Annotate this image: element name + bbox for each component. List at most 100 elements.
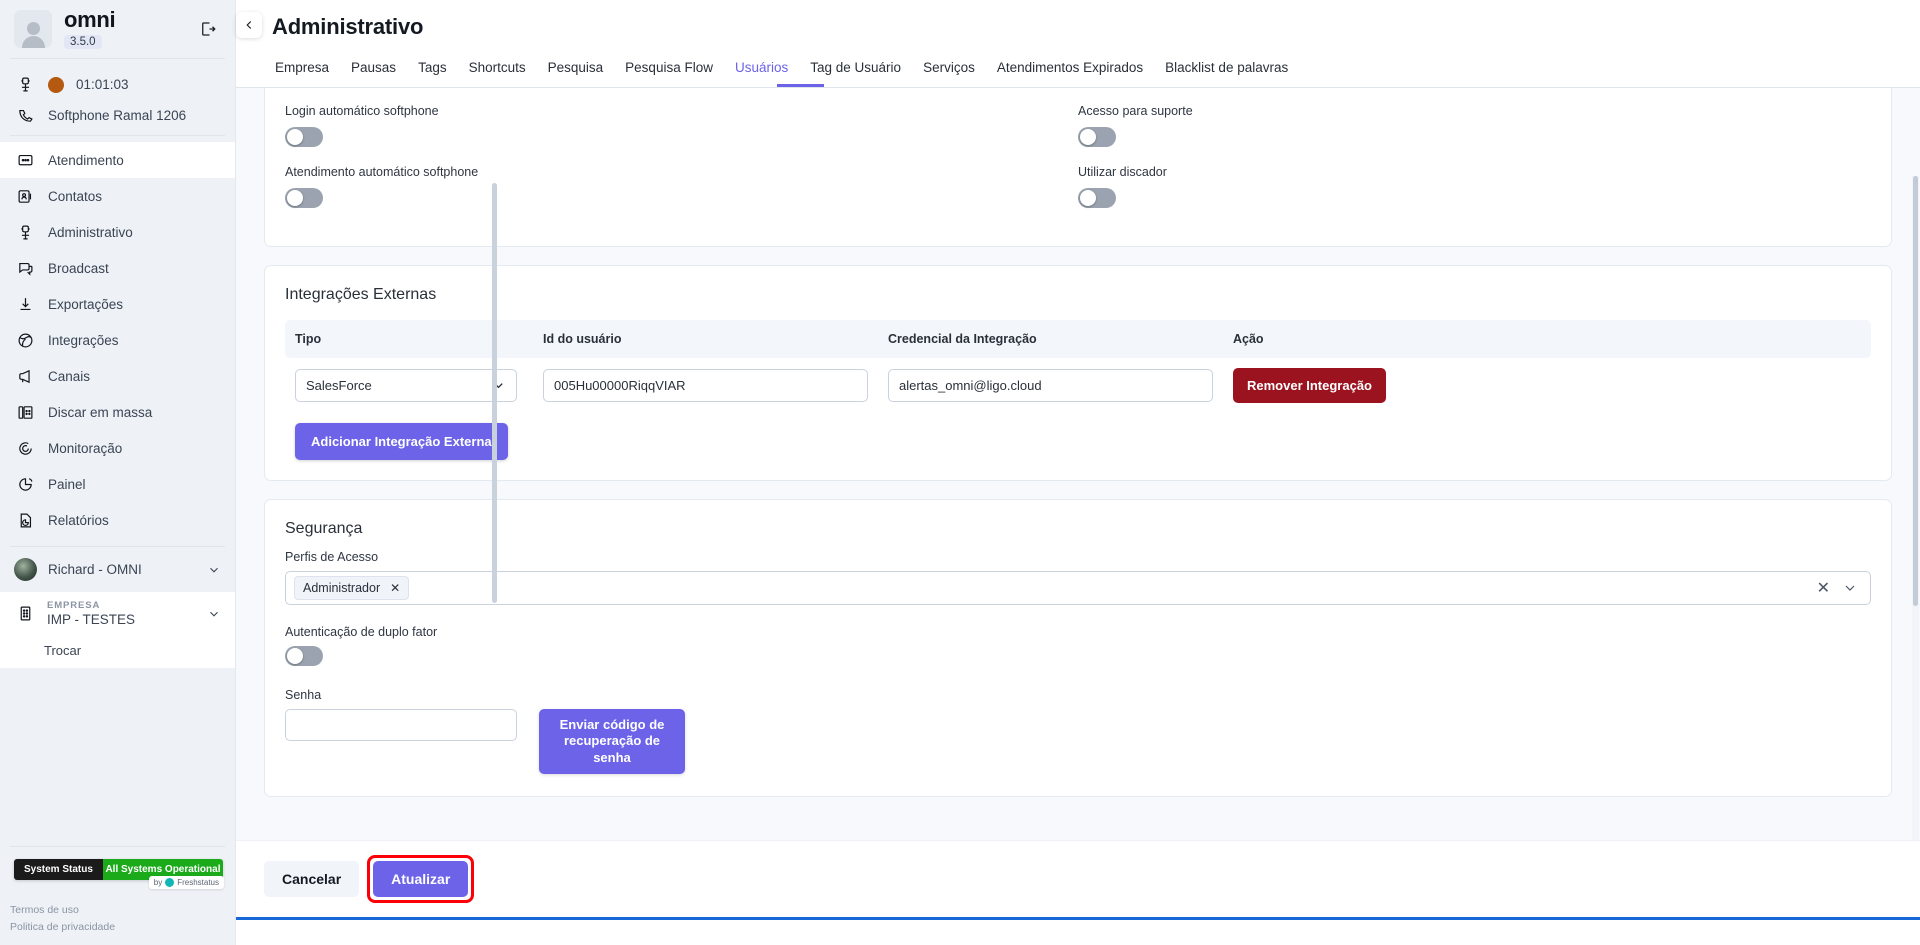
tab-servicos[interactable]: Serviços [912, 54, 986, 87]
update-button[interactable]: Atualizar [373, 861, 468, 897]
bottom-strip [236, 920, 1920, 945]
sidebar-item-relatorios[interactable]: Relatórios [0, 502, 235, 538]
system-status-label: System Status [14, 859, 103, 880]
toggle-utilizar-discador[interactable] [1078, 188, 1116, 208]
sidebar-item-label: Monitoração [48, 441, 122, 456]
field-login-automatico-softphone: Login automático softphone [285, 104, 1078, 147]
sidebar-item-discar-em-massa[interactable]: Discar em massa [0, 394, 235, 430]
sidebar-item-administrativo[interactable]: Administrativo [0, 214, 235, 250]
field-label: Login automático softphone [285, 104, 1078, 118]
office-chair-icon [14, 224, 36, 241]
security-title: Segurança [285, 520, 1871, 538]
logout-icon[interactable] [193, 14, 223, 44]
sidebar-item-atendimento[interactable]: Atendimento [0, 142, 235, 178]
profile-chip-label: Administrador [303, 581, 380, 595]
sidebar-collapse-button[interactable] [236, 12, 262, 38]
status-dot [48, 77, 64, 93]
system-status-widget[interactable]: System Status All Systems Operational by… [0, 859, 235, 880]
content-area: Login automático softphone Acesso para s… [236, 88, 1920, 840]
integration-credential-input[interactable] [888, 369, 1213, 402]
tab-empresa[interactable]: Empresa [264, 54, 340, 87]
privacy-link[interactable]: Politica de privacidade [10, 919, 235, 935]
column-header-credencial: Credencial da Integração [888, 332, 1233, 346]
password-label: Senha [285, 688, 1871, 702]
toggle-atendimento-automatico-softphone[interactable] [285, 188, 323, 208]
tab-usuarios[interactable]: Usuários [724, 54, 799, 87]
tab-pausas[interactable]: Pausas [340, 54, 407, 87]
toggle-two-factor-auth[interactable] [285, 646, 323, 666]
sidebar-item-canais[interactable]: Canais [0, 358, 235, 394]
integration-type-value: SalesForce [306, 378, 372, 393]
sidebar-item-broadcast[interactable]: Broadcast [0, 250, 235, 286]
phone-icon [14, 107, 36, 124]
switch-company-link[interactable]: Trocar [0, 635, 235, 668]
column-header-acao: Ação [1233, 332, 1861, 346]
field-label: Atendimento automático softphone [285, 165, 1078, 179]
sidebar-item-label: Integrações [48, 333, 119, 348]
sidebar-item-label: Canais [48, 369, 90, 384]
chevron-down-icon[interactable] [1842, 580, 1858, 596]
tab-pesquisa[interactable]: Pesquisa [537, 54, 615, 87]
company-name: IMP - TESTES [47, 612, 135, 627]
brand-name: omni [64, 8, 115, 31]
status-provider-name: Freshstatus [177, 878, 219, 887]
security-card: Segurança Perfis de Acesso Administrador… [264, 499, 1892, 797]
softphone-label: Softphone Ramal 1206 [48, 108, 186, 123]
toggle-acesso-para-suporte[interactable] [1078, 127, 1116, 147]
tab-tags[interactable]: Tags [407, 54, 458, 87]
sidebar-company-switcher[interactable]: EMPRESA IMP - TESTES [0, 592, 235, 635]
softphone-row[interactable]: Softphone Ramal 1206 [0, 100, 235, 131]
clear-x-icon[interactable]: ✕ [1817, 578, 1830, 598]
field-label: Utilizar discador [1078, 165, 1871, 179]
agent-timer-row[interactable]: 01:01:03 [0, 69, 235, 100]
tab-atendimentos-expirados[interactable]: Atendimentos Expirados [986, 54, 1154, 87]
access-profiles-multiselect[interactable]: Administrador ✕ ✕ [285, 571, 1871, 605]
pie-chart-icon [14, 476, 36, 493]
remove-chip-icon[interactable]: ✕ [390, 581, 400, 595]
security-body: Segurança Perfis de Acesso Administrador… [265, 500, 1891, 796]
terms-link[interactable]: Termos de uso [10, 902, 235, 918]
integration-type-select[interactable]: SalesForce [295, 369, 517, 402]
sidebar-item-label: Discar em massa [48, 405, 152, 420]
password-input[interactable] [285, 709, 517, 741]
sidebar-item-contatos[interactable]: Contatos [0, 178, 235, 214]
send-password-recovery-button[interactable]: Enviar código de recuperação de senha [539, 709, 685, 774]
sidebar-item-label: Administrativo [48, 225, 133, 240]
profile-chip: Administrador ✕ [294, 576, 409, 600]
add-external-integration-button[interactable]: Adicionar Integração Externa [295, 423, 508, 460]
form-scrollbar-thumb[interactable] [492, 183, 497, 603]
sidebar-nav: Atendimento Contatos Administrativo [0, 136, 235, 538]
sidebar: omni 3.5.0 01:01:03 [0, 0, 236, 945]
sidebar-item-integracoes[interactable]: Integrações [0, 322, 235, 358]
page-title: Administrativo [272, 14, 1920, 40]
tab-shortcuts[interactable]: Shortcuts [458, 54, 537, 87]
sidebar-item-exportacoes[interactable]: Exportações [0, 286, 235, 322]
sidebar-item-label: Contatos [48, 189, 102, 204]
divider [10, 846, 225, 847]
agent-timer: 01:01:03 [76, 77, 129, 92]
tab-tag-de-usuario[interactable]: Tag de Usuário [799, 54, 912, 87]
cancel-button[interactable]: Cancelar [264, 861, 359, 897]
sidebar-status-block: 01:01:03 Softphone Ramal 1206 [0, 59, 235, 135]
sidebar-user-name: Richard - OMNI [48, 562, 142, 577]
target-icon [14, 440, 36, 457]
company-caption: EMPRESA [47, 600, 135, 611]
sidebar-item-label: Painel [48, 477, 86, 492]
sidebar-item-monitoracao[interactable]: Monitoração [0, 430, 235, 466]
add-integration-wrap: Adicionar Integração Externa [265, 403, 1891, 480]
toggle-login-automatico-softphone[interactable] [285, 127, 323, 147]
page-scrollbar-thumb[interactable] [1913, 176, 1918, 606]
avatar [14, 10, 52, 48]
sidebar-item-label: Relatórios [48, 513, 109, 528]
sidebar-item-painel[interactable]: Painel [0, 466, 235, 502]
integrations-table-header: Tipo Id do usuário Credencial da Integra… [285, 320, 1871, 358]
freshstatus-icon [165, 878, 174, 887]
remove-integration-button[interactable]: Remover Integração [1233, 368, 1386, 403]
tab-blacklist-de-palavras[interactable]: Blacklist de palavras [1154, 54, 1299, 87]
sidebar-brand: omni 3.5.0 [0, 0, 235, 58]
contact-card-icon [14, 188, 36, 205]
tab-pesquisa-flow[interactable]: Pesquisa Flow [614, 54, 724, 87]
status-by-text: by [154, 878, 162, 887]
sidebar-user-switcher[interactable]: Richard - OMNI [0, 547, 235, 592]
integration-user-id-input[interactable] [543, 369, 868, 402]
